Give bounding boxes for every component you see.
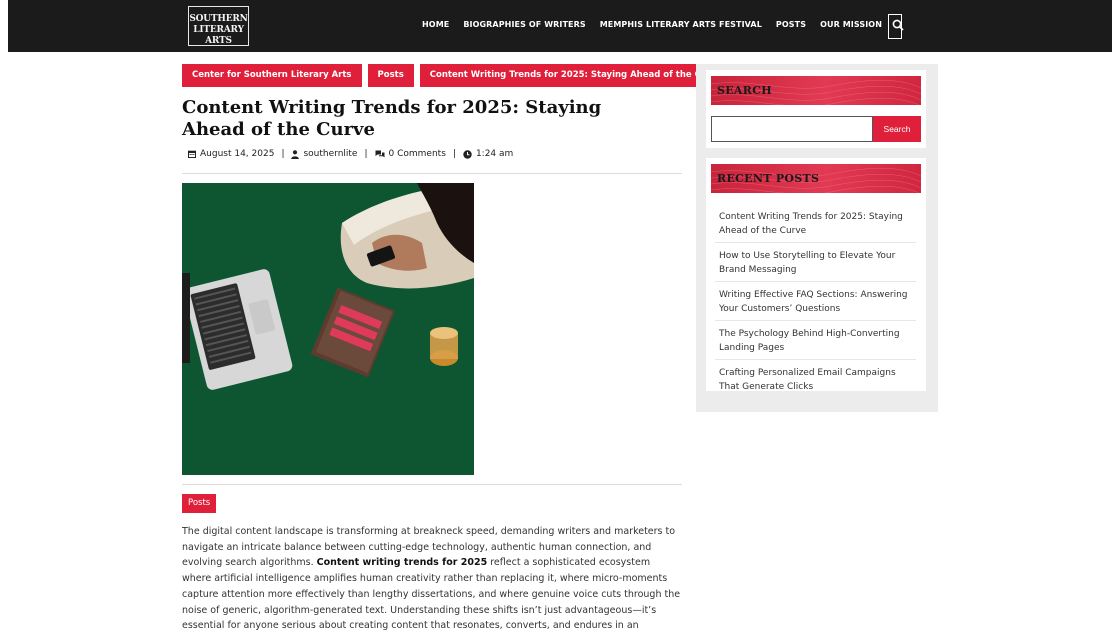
recent-posts-widget: RECENT POSTS Content Writing Trends for … (706, 158, 926, 392)
post-time: 1:24 am (463, 149, 513, 159)
meta-separator: | (364, 149, 368, 159)
breadcrumb: Center for Southern Literary Arts Posts … (182, 64, 733, 87)
calendar-icon (188, 150, 196, 158)
intro-keyword: Content writing trends for 2025 (316, 557, 488, 569)
meta-separator: | (281, 149, 285, 159)
recent-post-link[interactable]: Writing Effective FAQ Sections: Answerin… (715, 287, 916, 321)
post-date[interactable]: August 14, 2025 (188, 149, 274, 159)
sidebar: SEARCH Search RECENT POSTS Content Writi… (696, 64, 938, 412)
breadcrumb-current: Content Writing Trends for 2025: Staying… (419, 64, 733, 87)
nav-biographies[interactable]: BIOGRAPHIES OF WRITERS (463, 20, 585, 29)
post-intro: The digital content landscape is transfo… (182, 524, 682, 630)
site-header: SOUTHERN LITERARY ARTS HOME BIOGRAPHIES … (8, 0, 1112, 52)
post-meta: August 14, 2025 | southernlite | 0 Comme… (188, 149, 513, 159)
search-icon (892, 19, 904, 31)
divider (182, 484, 682, 485)
post-featured-image (182, 183, 474, 475)
recent-post-link[interactable]: How to Use Storytelling to Elevate Your … (715, 248, 916, 282)
search-widget-title: SEARCH (711, 76, 921, 105)
recent-posts-title: RECENT POSTS (711, 164, 921, 193)
search-input[interactable] (711, 116, 873, 142)
post-time-text: 1:24 am (475, 149, 514, 159)
logo-line-1: SOUTHERN (189, 14, 248, 24)
post-title: Content Writing Trends for 2025: Staying… (182, 97, 602, 140)
post-date-text: August 14, 2025 (200, 149, 275, 159)
divider (182, 173, 682, 174)
recent-post-link[interactable]: Content Writing Trends for 2025: Staying… (715, 209, 916, 243)
nav-posts[interactable]: POSTS (776, 20, 806, 29)
recent-post-link[interactable]: The Psychology Behind High-Converting La… (715, 326, 916, 360)
logo-line-2: LITERARY ARTS (193, 25, 244, 46)
comments-icon (375, 150, 385, 158)
search-widget: SEARCH Search (706, 70, 926, 148)
post-comments[interactable]: 0 Comments (375, 149, 446, 159)
meta-separator: | (452, 149, 456, 159)
clock-icon (463, 149, 472, 159)
search-form: Search (711, 116, 921, 142)
breadcrumb-home[interactable]: Center for Southern Literary Arts (182, 64, 362, 87)
recent-posts-list: Content Writing Trends for 2025: Staying… (715, 209, 916, 398)
recent-post-link[interactable]: Crafting Personalized Email Campaigns Th… (715, 365, 916, 398)
nav-home[interactable]: HOME (422, 20, 449, 29)
post-author[interactable]: southernlite (291, 149, 357, 159)
post-author-text: southernlite (303, 149, 358, 159)
breadcrumb-posts[interactable]: Posts (367, 64, 414, 87)
site-logo[interactable]: SOUTHERN LITERARY ARTS (188, 6, 249, 46)
search-button[interactable]: Search (873, 116, 921, 142)
category-tag[interactable]: Posts (182, 494, 217, 513)
main-nav: HOME BIOGRAPHIES OF WRITERS MEMPHIS LITE… (422, 20, 882, 29)
nav-mission[interactable]: OUR MISSION (820, 20, 882, 29)
nav-festival[interactable]: MEMPHIS LITERARY ARTS FESTIVAL (600, 20, 762, 29)
post-comments-text: 0 Comments (388, 149, 446, 159)
user-icon (291, 149, 300, 159)
header-search-button[interactable] (888, 14, 904, 39)
